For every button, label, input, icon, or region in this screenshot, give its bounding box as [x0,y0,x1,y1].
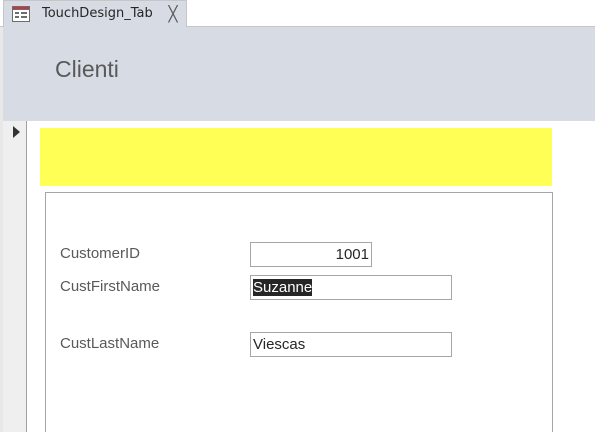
document-tab-strip: TouchDesign_Tab ╳ [0,0,595,27]
cust-first-name-value: Suzanne [253,279,313,296]
document-tab[interactable]: TouchDesign_Tab ╳ [3,0,187,27]
current-record-arrow-icon [13,126,20,138]
detail-section [45,192,553,432]
customer-id-value: 1001 [335,246,369,263]
customer-id-label: CustomerID [60,245,141,262]
customer-id-field[interactable]: 1001 [250,242,372,267]
cust-first-name-label: CustFirstName [60,278,161,295]
form-header: Clienti [3,27,595,121]
record-selector[interactable] [3,121,27,432]
cust-last-name-label: CustLastName [60,335,160,352]
document-tab-title: TouchDesign_Tab [42,6,153,21]
close-tab-icon[interactable]: ╳ [164,5,182,23]
form-icon [12,6,30,22]
yellow-banner [40,128,552,186]
access-form-window: TouchDesign_Tab ╳ Clienti CustomerID 100… [0,0,595,432]
cust-last-name-field[interactable]: Viescas [250,332,452,357]
cust-first-name-field[interactable]: Suzanne [250,275,452,300]
cust-last-name-value: Viescas [253,336,306,353]
form-title: Clienti [55,56,119,82]
